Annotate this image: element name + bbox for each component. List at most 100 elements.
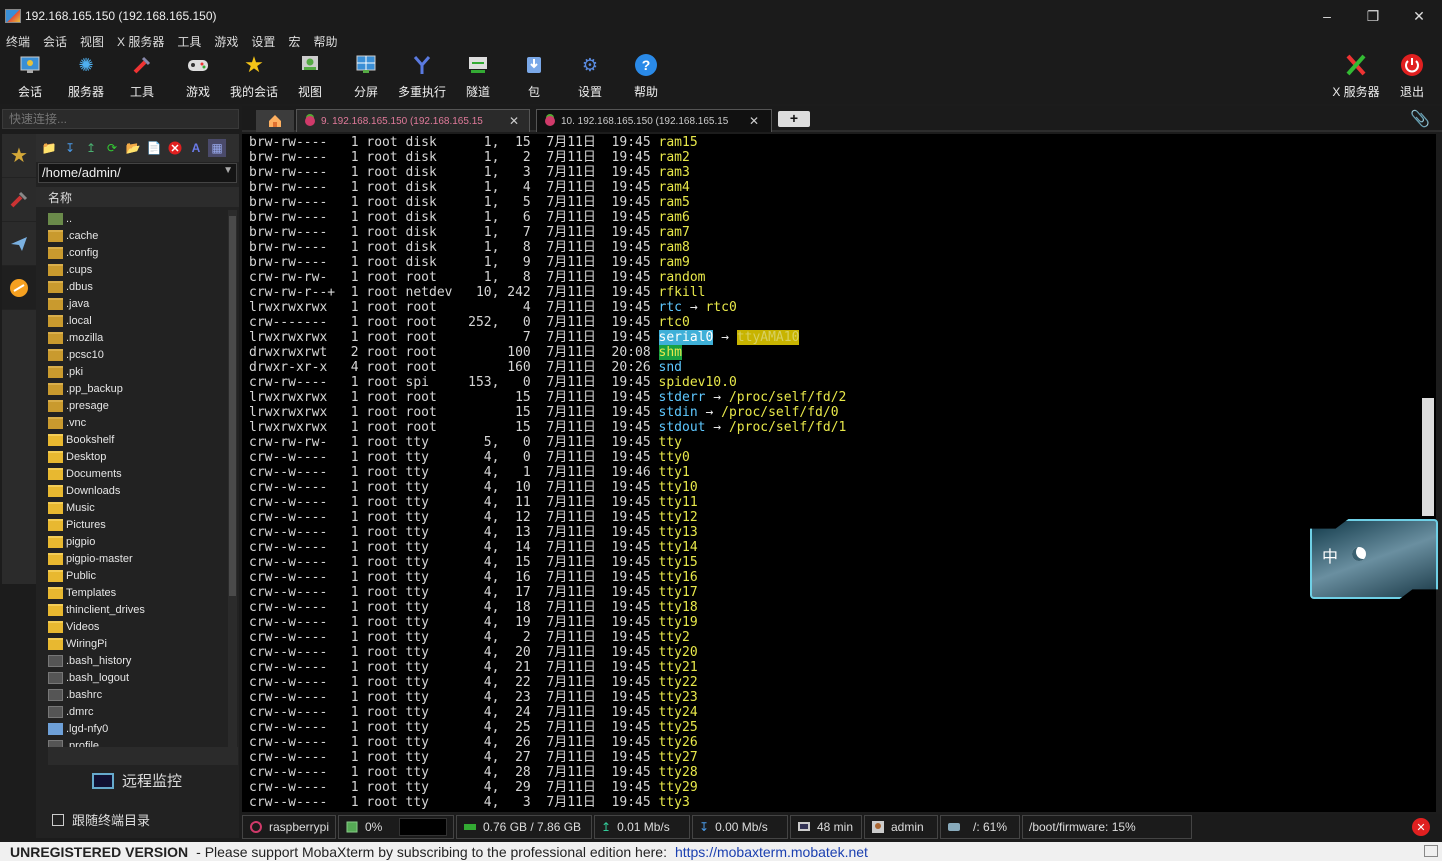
close-tab-icon[interactable]: ✕ (749, 114, 759, 128)
scrollbar-thumb[interactable] (229, 216, 236, 596)
split-button[interactable]: 分屏 (338, 53, 394, 100)
file-list-item[interactable]: .pp_backup (48, 380, 226, 397)
menu-sessions[interactable]: 会话 (43, 33, 67, 50)
file-list-item[interactable]: .pki (48, 363, 226, 380)
file-list-item[interactable]: thinclient_drives (48, 601, 226, 618)
file-list-scrollbar[interactable] (228, 210, 237, 747)
home-tab[interactable] (256, 110, 294, 132)
upload-icon[interactable]: ↥ (82, 139, 100, 157)
file-list-item[interactable]: .cache (48, 227, 226, 244)
file-list-item[interactable]: Bookshelf (48, 431, 226, 448)
xserver-button[interactable]: X 服务器 (1328, 53, 1384, 100)
close-status-icon[interactable]: ✕ (1412, 818, 1430, 836)
file-list-item[interactable]: Templates (48, 584, 226, 601)
file-list-item[interactable]: .mozilla (48, 329, 226, 346)
floating-widget[interactable]: 中 (1310, 519, 1438, 599)
tools-button[interactable]: 工具 (114, 53, 170, 100)
tunnel-button[interactable]: 隧道 (450, 53, 506, 100)
file-list-item[interactable]: .dbus (48, 278, 226, 295)
help-button[interactable]: ? 帮助 (618, 53, 674, 100)
file-list-item[interactable]: Music (48, 499, 226, 516)
follow-terminal-checkbox[interactable]: 跟随终端目录 (52, 810, 150, 829)
tab-session-10[interactable]: 10. 192.168.165.150 (192.168.165.15 ✕ (536, 109, 772, 132)
file-list-item[interactable]: Documents (48, 465, 226, 482)
menu-view[interactable]: 视图 (80, 33, 104, 50)
file-list-item[interactable]: pigpio (48, 533, 226, 550)
entry-name: tty22 (658, 675, 698, 690)
file-list-item[interactable]: .. (48, 210, 226, 227)
toggle-hidden-icon[interactable]: ▦ (208, 139, 226, 157)
delete-icon[interactable] (166, 139, 184, 157)
file-list-item[interactable]: .profile (48, 737, 226, 747)
menu-help[interactable]: 帮助 (313, 33, 337, 50)
file-list-item[interactable]: Desktop (48, 448, 226, 465)
new-tab-button[interactable]: + (778, 111, 810, 127)
file-list-item[interactable]: WiringPi (48, 635, 226, 652)
checkbox[interactable] (52, 813, 64, 826)
file-list-item[interactable]: .cups (48, 261, 226, 278)
toolbar: 会话 ✺ 服务器 工具 游戏 ★ 我的会话 视图 分屏 多重执行 隧道 包 ⚙ … (0, 50, 1442, 104)
new-file-icon[interactable]: 📄 (145, 139, 163, 157)
rename-icon[interactable]: A (187, 139, 205, 157)
menu-macros[interactable]: 宏 (288, 33, 300, 50)
folder-icon (48, 569, 63, 582)
file-list-item[interactable]: .local (48, 312, 226, 329)
file-list-item[interactable]: .pcsc10 (48, 346, 226, 363)
games-button[interactable]: 游戏 (170, 53, 226, 100)
paperclip-icon[interactable]: 📎 (1410, 109, 1430, 129)
file-list-hscrollbar[interactable] (48, 747, 238, 765)
view-button[interactable]: 视图 (282, 53, 338, 100)
file-attributes: crw--w---- 1 root tty 4, 2 7月11日 19:45 (249, 630, 659, 645)
macros-tab[interactable] (2, 222, 36, 266)
file-list-item[interactable]: .java (48, 295, 226, 312)
new-folder-icon[interactable]: 📂 (124, 139, 142, 157)
tab-session-9[interactable]: 9. 192.168.165.150 (192.168.165.15 ✕ (296, 109, 530, 132)
exit-button[interactable]: 退出 (1384, 53, 1440, 100)
refresh-icon[interactable]: ⟳ (103, 139, 121, 157)
sessions-star-tab[interactable]: ★ (2, 134, 36, 178)
file-list-item[interactable]: .lgd-nfy0 (48, 720, 226, 737)
file-list-item[interactable]: pigpio-master (48, 550, 226, 567)
download-icon[interactable]: ↧ (61, 139, 79, 157)
quick-connect-input[interactable] (2, 109, 239, 129)
file-list-item[interactable]: Videos (48, 618, 226, 635)
multiexec-button[interactable]: 多重执行 (394, 53, 450, 100)
file-list-item[interactable]: .bash_history (48, 652, 226, 669)
close-tab-icon[interactable]: ✕ (509, 114, 519, 128)
menu-xserver[interactable]: X 服务器 (117, 33, 164, 50)
path-field[interactable]: /home/admin/ ▼ (38, 163, 237, 183)
file-list-item[interactable]: Downloads (48, 482, 226, 499)
my-sessions-button[interactable]: ★ 我的会话 (226, 52, 282, 100)
menu-tools[interactable]: 工具 (177, 33, 201, 50)
file-list-item[interactable]: .dmrc (48, 703, 226, 720)
file-list-item[interactable]: Pictures (48, 516, 226, 533)
close-button[interactable]: ✕ (1396, 0, 1442, 32)
menu-settings[interactable]: 设置 (251, 33, 275, 50)
menu-games[interactable]: 游戏 (214, 33, 238, 50)
terminal-scrollbar-thumb[interactable] (1422, 398, 1434, 516)
parent-folder-icon[interactable]: 📁 (40, 139, 58, 157)
file-list-item[interactable]: .bash_logout (48, 669, 226, 686)
session-button[interactable]: 会话 (2, 53, 58, 100)
file-list-item[interactable]: .presage (48, 397, 226, 414)
maximize-button[interactable]: ❐ (1350, 0, 1396, 32)
file-name: .vnc (66, 416, 87, 429)
file-list-item[interactable]: .bashrc (48, 686, 226, 703)
file-list-item[interactable]: .vnc (48, 414, 226, 431)
footer-message: - Please support MobaXterm by subscribin… (196, 843, 667, 860)
servers-button[interactable]: ✺ 服务器 (58, 53, 114, 100)
chevron-down-icon[interactable]: ▼ (223, 165, 233, 181)
file-list-item[interactable]: Public (48, 567, 226, 584)
packages-button[interactable]: 包 (506, 53, 562, 100)
sftp-tab[interactable] (2, 266, 36, 310)
menu-terminal[interactable]: 终端 (6, 33, 30, 50)
minimize-button[interactable]: – (1304, 0, 1350, 32)
column-header-name[interactable]: 名称 (36, 187, 239, 207)
tools-tab[interactable] (2, 178, 36, 222)
file-list-item[interactable]: .config (48, 244, 226, 261)
terminal[interactable]: brw-rw---- 1 root disk 1, 15 7月11日 19:45… (242, 134, 1436, 812)
remote-monitor-button[interactable]: 远程监控 (92, 770, 182, 791)
terminal-line: crw--w---- 1 root tty 4, 28 7月11日 19:45 … (249, 765, 846, 780)
mobaxterm-link[interactable]: https://mobaxterm.mobatek.net (675, 844, 868, 860)
settings-button[interactable]: ⚙ 设置 (562, 53, 618, 100)
